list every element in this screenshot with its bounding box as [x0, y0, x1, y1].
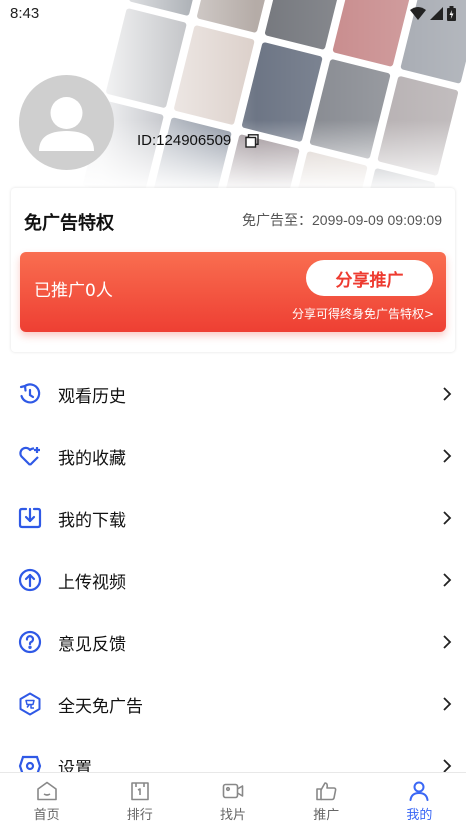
menu-label: 全天免广告 [58, 696, 143, 717]
chevron-right-icon [443, 511, 452, 525]
chevron-right-icon [443, 387, 452, 401]
battery-icon [447, 5, 456, 21]
promote-icon [316, 782, 337, 801]
ad-free-expire: 免广告至：2099-09-09 09:09:09 [242, 212, 442, 228]
menu-item-downloads[interactable]: 我的下载 [0, 487, 466, 549]
avatar[interactable] [19, 75, 114, 170]
menu-label: 观看历史 [58, 386, 126, 407]
menu-item-favorites[interactable]: 我的收藏 [0, 425, 466, 487]
nav-find-video[interactable]: 找片 [186, 773, 279, 828]
chevron-right-icon [443, 635, 452, 649]
menu-label: 我的收藏 [58, 448, 126, 469]
profile-menu: 观看历史 我的收藏 我的下载 上传视频 意见反馈 全天免广告 设置 [0, 363, 466, 797]
chevron-right-icon [443, 759, 452, 773]
chevron-right-icon [443, 449, 452, 463]
bottom-nav: 首页 排行 找片 推广 我的 [0, 772, 466, 828]
status-bar: 8:43 [0, 0, 466, 26]
share-hint-link[interactable]: 分享可得终身免广告特权> [292, 305, 434, 322]
nav-label: 找片 [220, 808, 247, 823]
profile-icon [409, 781, 429, 801]
find-video-icon [222, 783, 244, 799]
download-icon [18, 506, 42, 530]
chevron-right-icon [443, 697, 452, 711]
nav-label: 排行 [126, 808, 153, 823]
promotion-count: 已推广0人 [34, 281, 113, 301]
menu-item-upload[interactable]: 上传视频 [0, 549, 466, 611]
nav-home[interactable]: 首页 [0, 773, 93, 828]
home-icon [36, 781, 57, 801]
ad-free-icon [18, 692, 42, 716]
nav-ranking[interactable]: 排行 [93, 773, 186, 828]
user-id: ID:124906509 [137, 132, 232, 149]
favorite-icon [18, 444, 42, 468]
default-avatar-icon [39, 97, 94, 151]
ad-free-title: 免广告特权 [24, 213, 114, 234]
nav-label: 推广 [313, 808, 340, 823]
status-time: 8:43 [10, 4, 40, 22]
nav-label: 首页 [33, 808, 60, 823]
copy-icon[interactable] [245, 133, 259, 148]
menu-label: 我的下载 [58, 510, 126, 531]
nav-label: 我的 [406, 808, 433, 823]
signal-icon [430, 6, 443, 20]
menu-item-feedback[interactable]: 意见反馈 [0, 611, 466, 673]
upload-icon [18, 568, 42, 592]
wifi-icon [410, 6, 426, 20]
menu-item-ad-free[interactable]: 全天免广告 [0, 673, 466, 735]
menu-item-history[interactable]: 观看历史 [0, 363, 466, 425]
history-icon [18, 382, 42, 406]
ranking-icon [130, 782, 149, 801]
nav-profile[interactable]: 我的 [373, 773, 466, 828]
menu-label: 意见反馈 [58, 634, 126, 655]
promotion-banner: 已推广0人 分享推广 分享可得终身免广告特权> [20, 252, 446, 332]
menu-label: 上传视频 [58, 572, 126, 593]
nav-promote[interactable]: 推广 [280, 773, 373, 828]
user-id-row: ID:124906509 [137, 132, 259, 149]
share-promote-button[interactable]: 分享推广 [306, 260, 433, 296]
chevron-right-icon [443, 573, 452, 587]
feedback-icon [18, 630, 42, 654]
ad-free-card: 免广告特权 免广告至：2099-09-09 09:09:09 已推广0人 分享推… [11, 188, 455, 352]
